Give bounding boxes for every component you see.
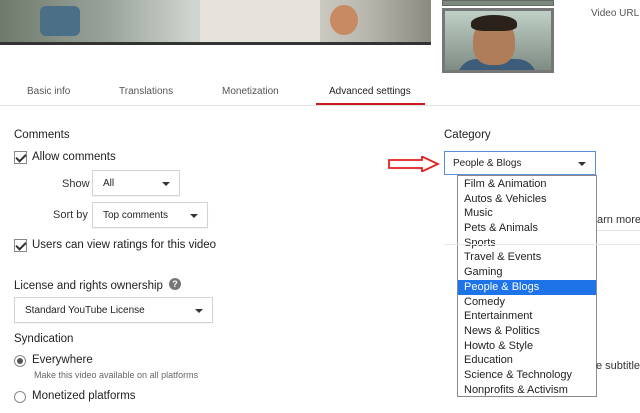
tab-basic-info[interactable]: Basic info: [27, 86, 70, 97]
divider: [444, 244, 640, 245]
show-select[interactable]: All: [92, 170, 180, 196]
tab-translations[interactable]: Translations: [119, 86, 173, 97]
license-select-value: Standard YouTube License: [25, 305, 145, 316]
question-icon[interactable]: ?: [169, 278, 181, 290]
syndication-everywhere-radio[interactable]: [14, 355, 26, 367]
divider: [597, 230, 640, 231]
tab-bar: Basic info Translations Monetization Adv…: [0, 78, 640, 106]
thumbnail-option[interactable]: [442, 0, 554, 6]
category-option-news-politics[interactable]: News & Politics: [458, 324, 596, 339]
category-option-autos-vehicles[interactable]: Autos & Vehicles: [458, 192, 596, 207]
sort-by-select-value: Top comments: [103, 210, 169, 221]
syndication-monetized-radio[interactable]: [14, 391, 26, 403]
chevron-down-icon: [195, 309, 203, 313]
license-select[interactable]: Standard YouTube License: [14, 297, 213, 323]
category-option-entertainment[interactable]: Entertainment: [458, 309, 596, 324]
allow-comments-label: Allow comments: [32, 151, 116, 163]
category-option-travel-events[interactable]: Travel & Events: [458, 250, 596, 265]
category-option-science-technology[interactable]: Science & Technology: [458, 368, 596, 383]
allow-comments-checkbox[interactable]: [14, 151, 27, 164]
syndication-everywhere-sub: Make this video available on all platfor…: [34, 370, 199, 380]
category-select-value: People & Blogs: [453, 158, 522, 169]
chevron-down-icon: [162, 182, 170, 186]
syndication-title: Syndication: [14, 333, 74, 345]
video-preview: [0, 0, 431, 45]
category-option-gaming[interactable]: Gaming: [458, 265, 596, 280]
category-title: Category: [444, 129, 491, 141]
ratings-label: Users can view ratings for this video: [32, 239, 217, 251]
show-select-value: All: [103, 178, 115, 189]
tab-advanced-settings[interactable]: Advanced settings: [329, 86, 411, 97]
category-option-pets-animals[interactable]: Pets & Animals: [458, 221, 596, 236]
chevron-down-icon: [190, 214, 198, 218]
category-option-film-animation[interactable]: Film & Animation: [458, 177, 596, 192]
category-option-people-blogs[interactable]: People & Blogs: [458, 279, 596, 295]
video-url-label: Video URL:: [591, 8, 640, 19]
learn-more-link[interactable]: arn more: [597, 214, 640, 226]
video-scrubber[interactable]: [0, 42, 431, 45]
category-select[interactable]: People & Blogs: [444, 151, 596, 175]
active-tab-indicator: [316, 103, 425, 105]
comments-title: Comments: [14, 129, 70, 141]
thumbnail-selected[interactable]: [442, 8, 554, 73]
license-title: License and rights ownership: [14, 280, 163, 292]
category-option-comedy[interactable]: Comedy: [458, 295, 596, 310]
category-option-education[interactable]: Education: [458, 353, 596, 368]
category-option-howto-style[interactable]: Howto & Style: [458, 339, 596, 354]
show-label: Show: [62, 178, 90, 190]
category-option-nonprofits-activism[interactable]: Nonprofits & Activism: [458, 383, 596, 398]
chevron-down-icon: [578, 162, 586, 166]
ratings-checkbox[interactable]: [14, 239, 27, 252]
subtitles-text: e subtitle: [596, 360, 640, 372]
category-option-music[interactable]: Music: [458, 206, 596, 221]
syndication-everywhere-label: Everywhere: [32, 354, 93, 366]
category-dropdown-list: Film & Animation Autos & Vehicles Music …: [457, 175, 597, 397]
red-arrow-icon: [388, 156, 440, 172]
syndication-monetized-label: Monetized platforms: [32, 390, 136, 402]
sort-by-label: Sort by: [53, 209, 88, 221]
tab-monetization[interactable]: Monetization: [222, 86, 279, 97]
sort-by-select[interactable]: Top comments: [92, 202, 208, 228]
